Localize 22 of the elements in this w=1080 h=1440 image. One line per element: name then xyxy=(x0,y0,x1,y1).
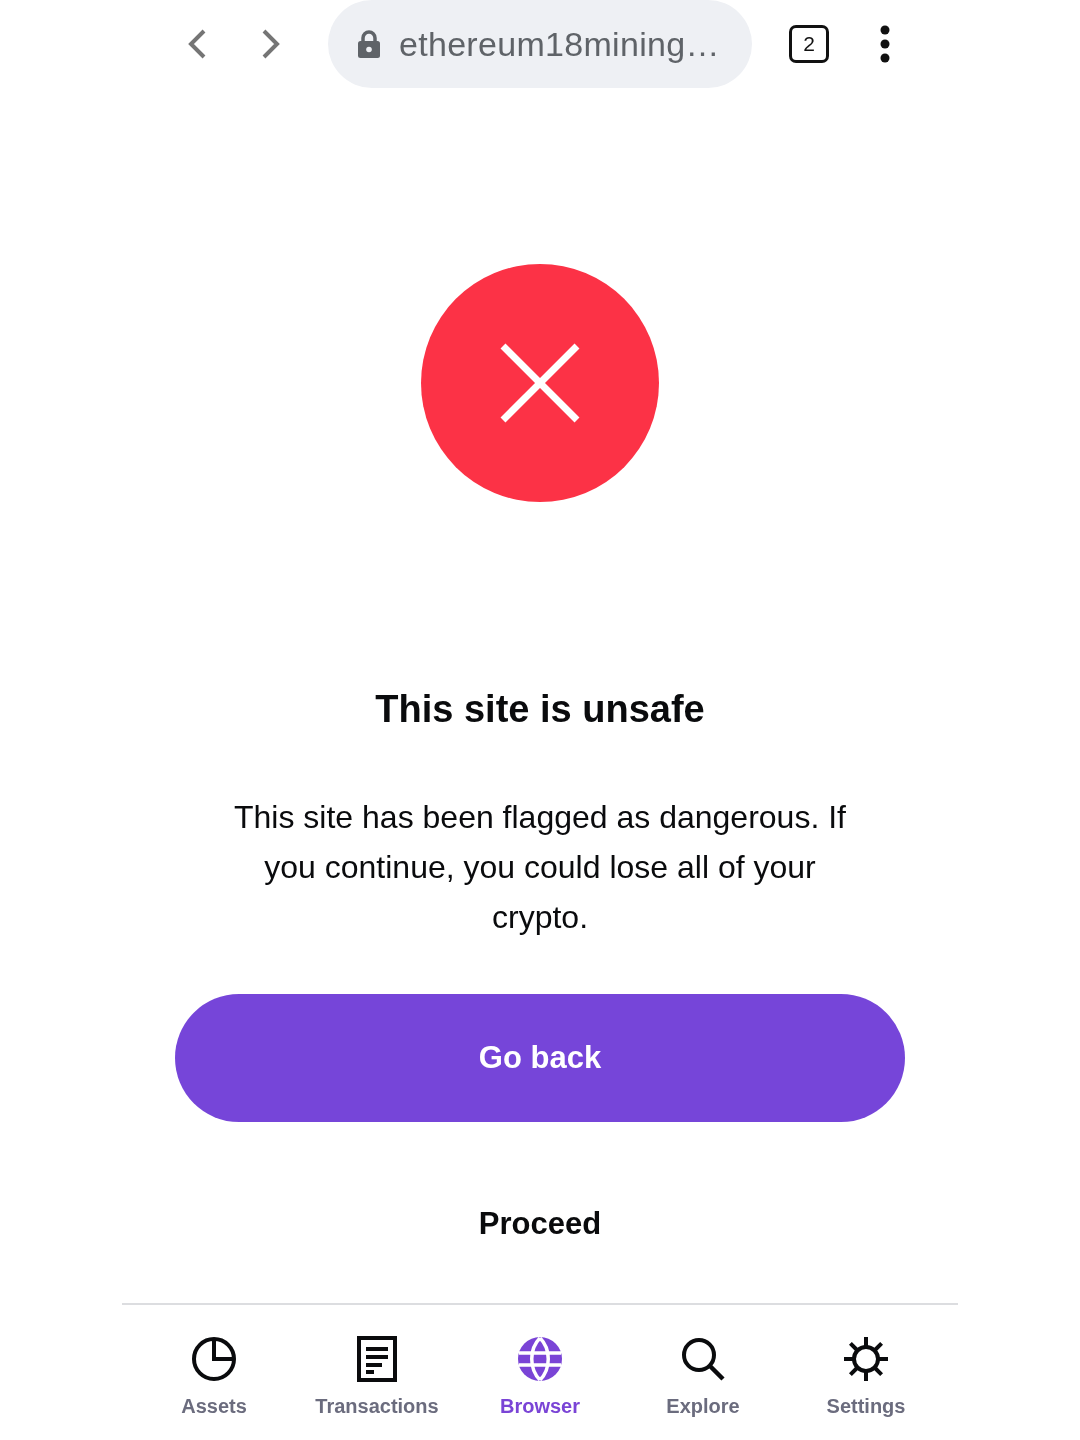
error-icon xyxy=(421,264,659,502)
forward-chevron-icon xyxy=(261,28,281,60)
lock-icon xyxy=(358,30,380,58)
url-text: ethereum18mining… xyxy=(399,24,720,64)
go-back-button[interactable]: Go back xyxy=(175,994,905,1122)
pie-chart-icon xyxy=(190,1335,238,1383)
nav-tab[interactable]: Explore xyxy=(621,1331,785,1423)
warning-message: This site has been flagged as dangerous. If you continue, you could lose all of your crypto. xyxy=(233,798,847,937)
tab-count-button[interactable]: 2 xyxy=(789,25,829,63)
proceed-button[interactable]: Proceed xyxy=(466,1200,614,1248)
back-chevron-icon xyxy=(187,28,207,60)
address-bar[interactable]: ethereum18mining… xyxy=(328,0,752,88)
search-icon xyxy=(679,1335,727,1383)
globe-icon xyxy=(516,1335,564,1383)
nav-tab[interactable]: Browser xyxy=(458,1331,622,1423)
warning-title: This site is unsafe xyxy=(375,687,705,732)
more-options-icon xyxy=(880,25,890,63)
nav-tab[interactable]: Transactions xyxy=(295,1331,459,1423)
nav-tab[interactable]: Settings xyxy=(784,1331,948,1423)
menu-button[interactable] xyxy=(878,24,892,64)
settings-icon xyxy=(842,1335,890,1383)
nav-tab[interactable]: Assets xyxy=(132,1331,296,1423)
